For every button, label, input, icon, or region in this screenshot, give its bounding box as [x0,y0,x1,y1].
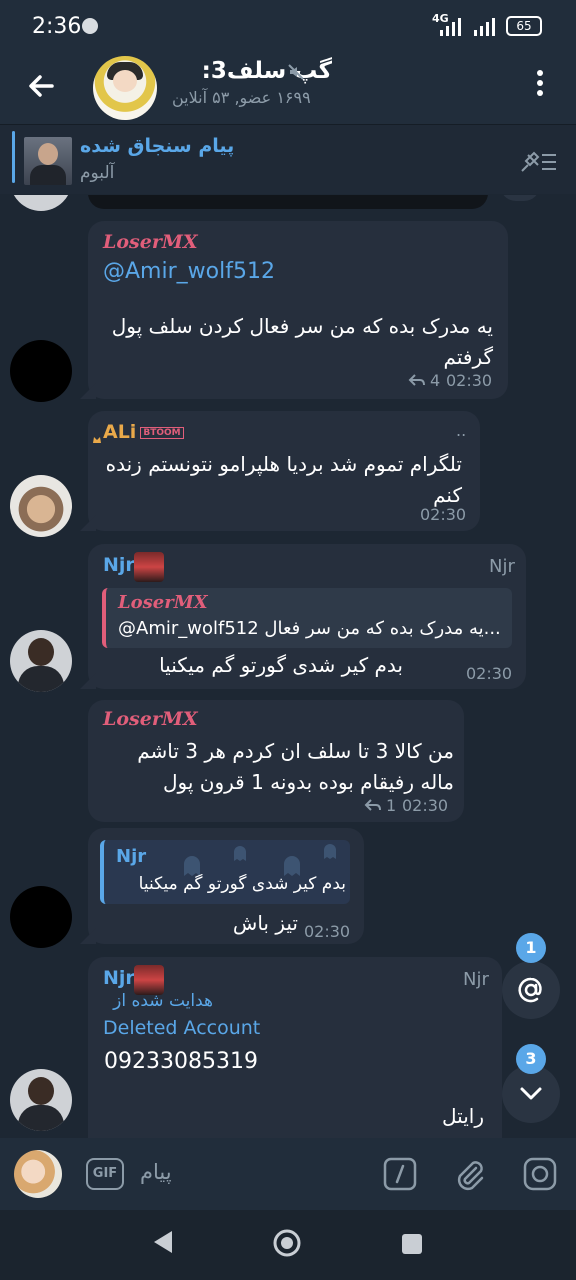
message-text: یه مدرک بده که من سر فعال کردن سلف پول گ… [111,314,493,369]
admin-tag: Njr [463,969,489,990]
group-avatar[interactable] [93,56,157,120]
message-time: 02:30 [304,922,351,941]
reply-preview[interactable]: LoserMX @Amir_wolf512 یه مدرک بده که من … [102,588,512,648]
crown-icon [93,437,101,443]
avatar[interactable] [10,886,72,948]
at-sign-icon [518,977,542,1003]
message-bubble[interactable]: Njr بدم کیر شدی گورتو گم میکنیا تیز باش … [88,828,364,944]
message-text: تلگرام تموم شد بردیا هلپرامو نتونستم زند… [105,452,462,507]
camera-icon[interactable] [522,1156,558,1192]
avatar[interactable] [10,340,72,402]
message-time: 02:30 [402,796,449,815]
admin-tag: Njr [489,556,515,577]
message-bubble[interactable]: LoserMX من کالا 3 تا سلف ان کردم هر 3 تا… [88,700,464,822]
avatar[interactable] [10,475,72,537]
pinned-thumbnail [24,137,72,185]
group-title[interactable]: گپ سلف3: [172,58,332,84]
message-list[interactable]: LoserMX @Amir_wolf512 یه مدرک بده که من … [0,195,576,1138]
avatar[interactable] [10,630,72,692]
signal-icon-2 [474,16,502,36]
sender-name[interactable]: LoserMX [103,708,198,730]
typing-dots: .. [456,421,467,440]
pinned-subtitle: آلبوم [80,163,115,183]
reply-sender: Njr [116,846,147,867]
reply-text: بدم کیر شدی گورتو گم میکنیا [138,874,346,894]
message-text: تیز باش [232,911,298,935]
sender-name-text: ALi [103,421,137,443]
message-text: رایتل [442,1104,484,1128]
send-as-avatar[interactable] [14,1150,62,1198]
sender-emoji-status [134,552,164,582]
pinned-message-bar[interactable]: پیام سنجاق شده آلبوم [0,124,576,194]
nav-back-icon[interactable] [150,1228,176,1256]
reply-count[interactable]: 1 [386,796,396,815]
fab-remnant [500,195,540,201]
status-bar: 2:36 4G 65 [0,0,576,56]
muted-icon [288,64,304,80]
forwarded-label: هدایت شده از [113,991,213,1011]
message-bubble[interactable]: ALi BTOOM .. تلگرام تموم شد بردیا هلپرامو… [88,411,480,531]
mention-link[interactable]: @Amir_wolf512 [103,259,275,284]
avatar [10,195,72,211]
sender-name[interactable]: LoserMX [103,231,198,253]
message-bubble[interactable]: Njr Njr هدایت شده از Deleted Account 092… [88,957,502,1138]
sender-name[interactable]: ALi BTOOM [103,421,184,443]
reply-arrow-icon [364,799,381,811]
group-member-count: ۱۶۹۹ عضو, ۵۳ آنلاین [172,88,311,107]
message-text: من کالا 3 تا سلف ان کردم هر 3 تاشم ماله … [137,739,454,794]
more-menu-icon[interactable] [530,70,550,100]
chat-header: گپ سلف3: ۱۶۹۹ عضو, ۵۳ آنلاین [0,56,576,124]
pinned-list-icon[interactable] [518,147,558,175]
reply-text: @Amir_wolf512 یه مدرک بده که من سر فعال.… [118,618,501,639]
reply-preview[interactable]: Njr بدم کیر شدی گورتو گم میکنیا [100,840,350,904]
reply-sender: LoserMX [118,592,208,613]
system-nav-bar [0,1210,576,1280]
message-time: 02:30 [446,371,493,390]
previous-message-remnant [88,195,488,209]
pinned-indicator [12,131,15,183]
notification-dot-icon [82,18,98,34]
message-time: 02:30 [466,664,513,683]
status-time: 2:36 [32,14,82,39]
reply-count[interactable]: 4 [430,371,440,390]
message-time: 02:30 [420,505,467,524]
sender-badge: BTOOM [140,426,184,439]
nav-recents-icon[interactable] [400,1232,424,1256]
sender-name[interactable]: Njr [103,967,135,989]
unread-count-badge: 3 [516,1044,546,1074]
message-bubble[interactable]: LoserMX @Amir_wolf512 یه مدرک بده که من … [88,221,508,399]
message-bubble[interactable]: Njr Njr LoserMX @Amir_wolf512 یه مدرک بد… [88,544,526,689]
nav-home-icon[interactable] [272,1228,302,1258]
message-input[interactable]: پیام [140,1160,172,1184]
battery-icon: 65 [506,16,542,36]
forwarded-from[interactable]: Deleted Account [103,1017,260,1039]
attach-icon[interactable] [452,1156,488,1192]
sender-name[interactable]: Njr [103,554,135,576]
signal-icon [440,16,468,36]
back-arrow-icon[interactable] [22,66,62,106]
message-text: بدم کیر شدی گورتو گم میکنیا [159,653,403,677]
message-input-bar: GIF پیام [0,1138,576,1210]
pinned-title: پیام سنجاق شده [80,135,235,157]
chevron-down-icon [520,1087,542,1100]
mentions-count-badge: 1 [516,933,546,963]
gif-button[interactable]: GIF [86,1158,124,1190]
reply-arrow-icon [408,374,425,386]
mentions-button[interactable] [502,961,560,1019]
avatar[interactable] [10,1069,72,1131]
bot-commands-icon[interactable] [382,1156,418,1192]
phone-number[interactable]: 09233085319 [104,1049,258,1074]
